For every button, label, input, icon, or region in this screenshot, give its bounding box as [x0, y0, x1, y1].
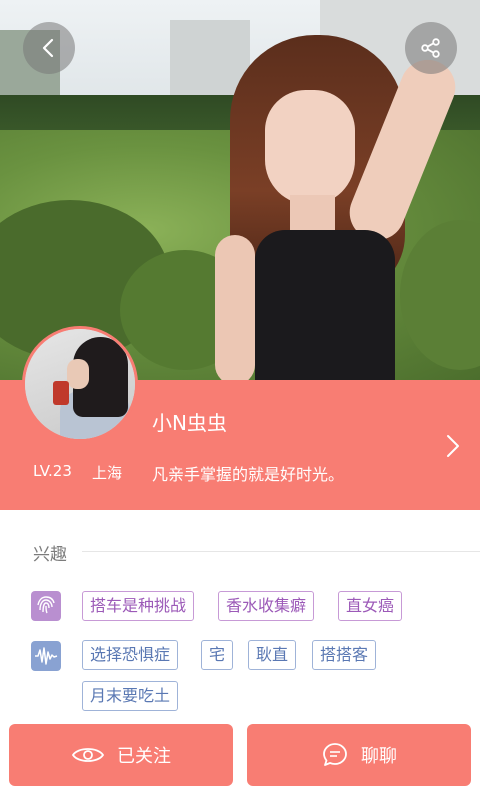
fingerprint-icon [31, 591, 61, 621]
username: 小N虫虫 [152, 411, 227, 435]
interest-tag[interactable]: 宅 [201, 640, 234, 670]
follow-button[interactable]: 已关注 [9, 724, 233, 786]
share-icon [421, 38, 440, 58]
interests-title: 兴趣 [33, 545, 67, 565]
interest-tag[interactable]: 直女癌 [338, 591, 403, 621]
interest-tag[interactable]: 搭车是种挑战 [82, 591, 195, 621]
chat-bubble-icon [323, 743, 347, 766]
interest-tag[interactable]: 搭搭客 [312, 640, 377, 670]
soundwave-icon [31, 641, 61, 671]
interest-tag[interactable]: 香水收集癖 [218, 591, 315, 621]
follow-label: 已关注 [117, 746, 171, 767]
interest-tag[interactable]: 选择恐惧症 [82, 640, 179, 670]
interest-tag[interactable]: 耿直 [248, 640, 297, 670]
chat-label: 聊聊 [361, 746, 397, 767]
eye-icon [71, 748, 105, 762]
section-divider [82, 551, 480, 552]
user-city: 上海 [92, 464, 123, 482]
photo-person [205, 35, 464, 380]
user-level: LV.23 [33, 462, 72, 480]
chevron-left-icon [42, 38, 54, 58]
share-button[interactable] [405, 22, 457, 74]
avatar[interactable] [22, 326, 138, 442]
chevron-right-icon[interactable] [442, 432, 464, 460]
back-button[interactable] [23, 22, 75, 74]
interest-tag[interactable]: 月末要吃土 [82, 681, 179, 711]
chat-button[interactable]: 聊聊 [247, 724, 471, 786]
user-signature: 凡亲手掌握的就是好时光。 [152, 465, 345, 484]
